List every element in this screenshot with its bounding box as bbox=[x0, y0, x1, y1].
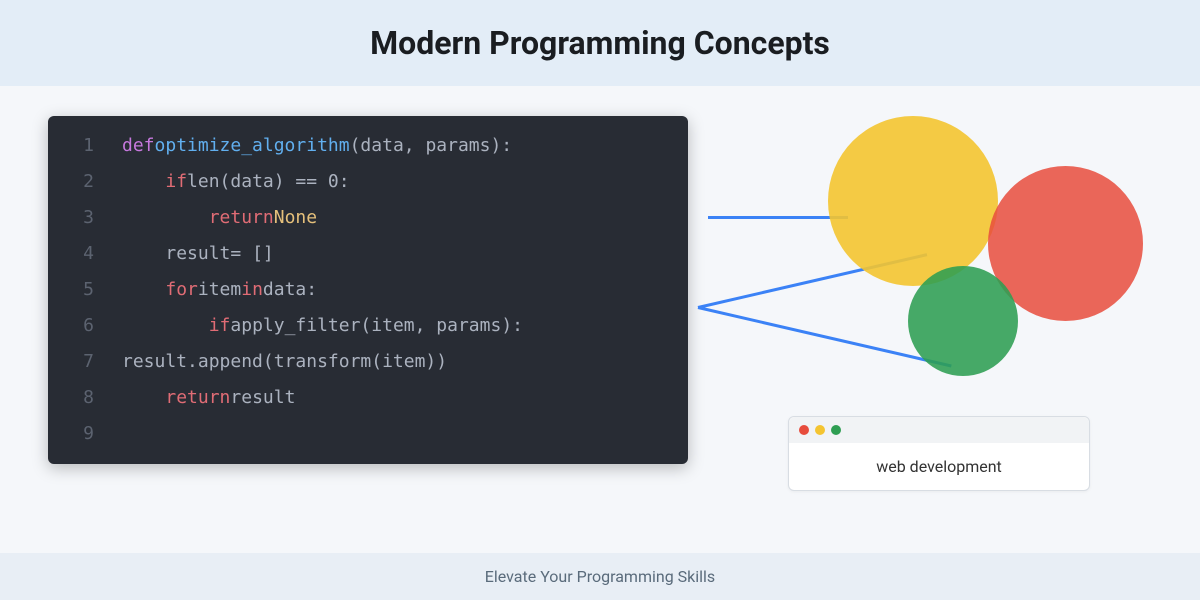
code-token: return bbox=[165, 387, 230, 408]
line-number: 6 bbox=[66, 308, 94, 344]
code-token: = [] bbox=[230, 243, 273, 264]
code-token: result.append(transform(item)) bbox=[122, 351, 447, 372]
code-line: 4 result= [] bbox=[48, 236, 688, 272]
code-token: result bbox=[165, 243, 230, 264]
line-number: 3 bbox=[66, 200, 94, 236]
line-number: 9 bbox=[66, 416, 94, 452]
code-token: None bbox=[274, 207, 317, 228]
code-token: for bbox=[165, 279, 198, 300]
main-content: 1 defoptimize_algorithm(data, params): 2 i… bbox=[0, 86, 1200, 484]
code-line: 1 defoptimize_algorithm(data, params): bbox=[48, 128, 688, 164]
diagram-column: web development bbox=[728, 116, 1152, 464]
code-token: item bbox=[198, 279, 241, 300]
code-token: result bbox=[230, 387, 295, 408]
window-maximize-icon bbox=[831, 425, 841, 435]
venn-diagram bbox=[728, 116, 1152, 396]
code-line: 9 bbox=[48, 416, 688, 452]
code-token: def bbox=[122, 135, 155, 156]
code-token: if bbox=[209, 315, 231, 336]
code-line: 5 foritemindata: bbox=[48, 272, 688, 308]
code-line: 3 returnNone bbox=[48, 200, 688, 236]
circle-green-icon bbox=[908, 266, 1018, 376]
window-controls bbox=[789, 417, 1089, 443]
line-number: 1 bbox=[66, 128, 94, 164]
line-number: 2 bbox=[66, 164, 94, 200]
code-token: len(data) == 0: bbox=[187, 171, 350, 192]
code-token: optimize_algorithm bbox=[155, 135, 350, 156]
code-editor: 1 defoptimize_algorithm(data, params): 2 i… bbox=[48, 116, 688, 464]
circle-yellow-icon bbox=[828, 116, 998, 286]
line-number: 4 bbox=[66, 236, 94, 272]
code-line: 2 iflen(data) == 0: bbox=[48, 164, 688, 200]
footer-text: Elevate Your Programming Skills bbox=[485, 567, 715, 586]
code-line: 6 ifapply_filter(item, params): bbox=[48, 308, 688, 344]
browser-card-label: web development bbox=[789, 443, 1089, 490]
header-bar: Modern Programming Concepts bbox=[0, 0, 1200, 86]
code-token: return bbox=[209, 207, 274, 228]
window-close-icon bbox=[799, 425, 809, 435]
line-number: 5 bbox=[66, 272, 94, 308]
connector-line bbox=[708, 216, 848, 219]
code-line: 7 result.append(transform(item)) bbox=[48, 344, 688, 380]
line-number: 8 bbox=[66, 380, 94, 416]
code-token: (data, params): bbox=[350, 135, 513, 156]
code-token: apply_filter(item, params): bbox=[230, 315, 523, 336]
code-line: 8 returnresult bbox=[48, 380, 688, 416]
code-token: data: bbox=[263, 279, 317, 300]
code-token: if bbox=[165, 171, 187, 192]
browser-card: web development bbox=[788, 416, 1090, 491]
footer-bar: Elevate Your Programming Skills bbox=[0, 553, 1200, 600]
line-number: 7 bbox=[66, 344, 94, 380]
page-title: Modern Programming Concepts bbox=[0, 24, 1200, 62]
window-minimize-icon bbox=[815, 425, 825, 435]
code-token: in bbox=[241, 279, 263, 300]
